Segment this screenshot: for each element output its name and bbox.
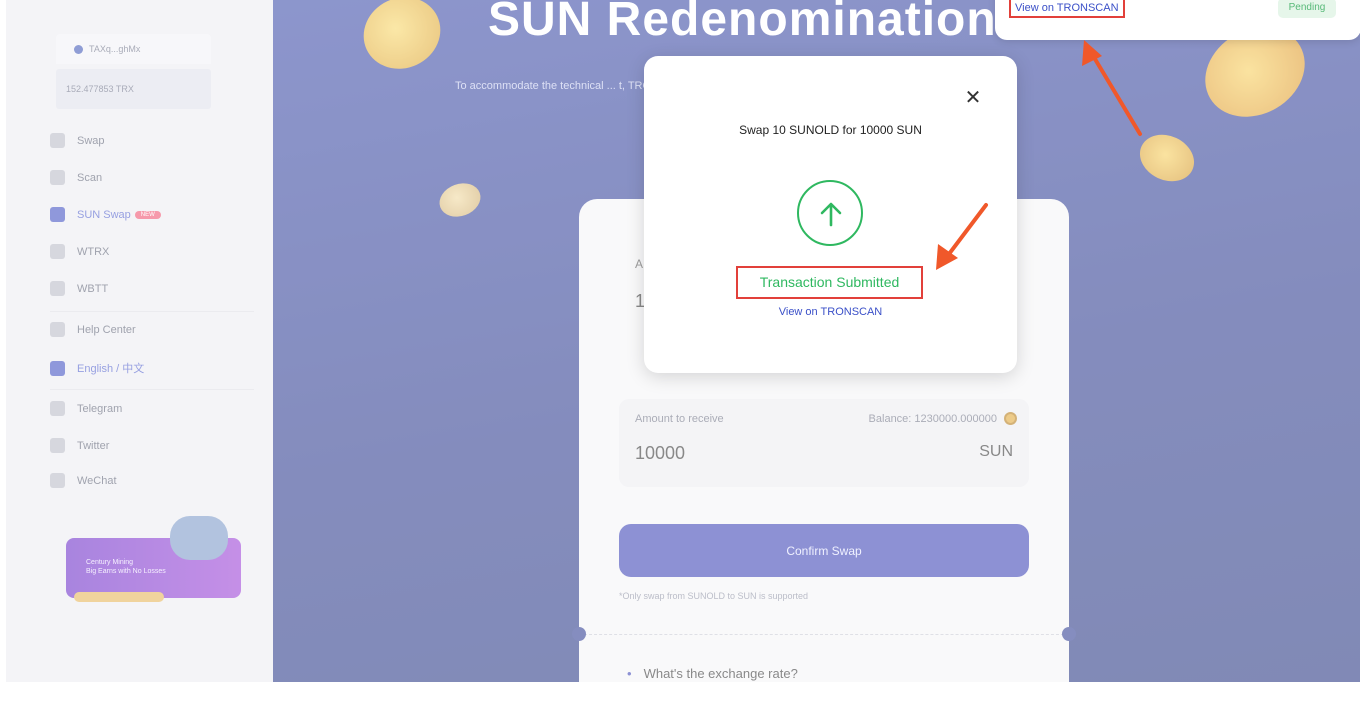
toast-tronscan-link[interactable]: View on TRONSCAN (1009, 0, 1125, 18)
transaction-status: Transaction Submitted (736, 266, 923, 299)
close-icon[interactable]: ✕ (963, 88, 983, 108)
modal-title: Swap 10 SUNOLD for 10000 SUN (739, 123, 922, 137)
transaction-modal: ✕ Swap 10 SUNOLD for 10000 SUN Transacti… (644, 56, 1017, 373)
transaction-toast: View on TRONSCAN Pending (995, 0, 1360, 40)
view-on-tronscan-link[interactable]: View on TRONSCAN (644, 306, 1017, 318)
arrow-up-circle-icon (797, 180, 863, 246)
app-window: TAXq...ghMx 152.477853 TRX Swap Scan SUN… (0, 0, 1360, 682)
pending-badge: Pending (1278, 0, 1336, 18)
